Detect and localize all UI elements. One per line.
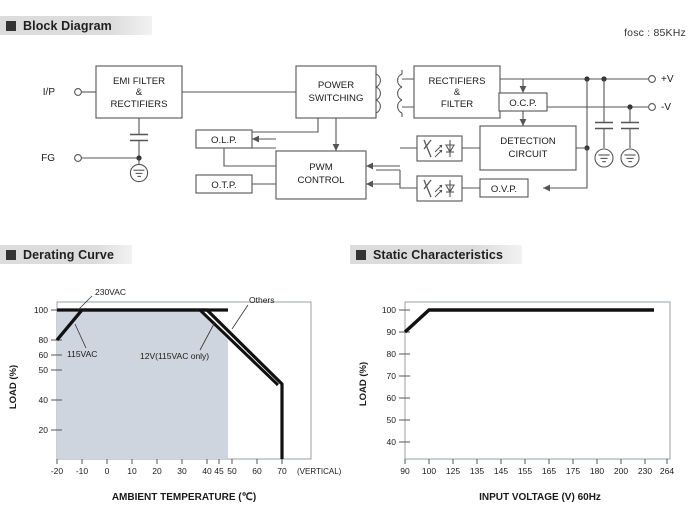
x-axis-title: INPUT VOLTAGE (V) 60Hz [479,492,601,503]
y-axis-title: LOAD (%) [8,365,19,409]
x-tick-label: 125 [446,466,460,476]
block-label: CONTROL [298,175,346,186]
section-header-block-diagram: Block Diagram [0,16,152,35]
x-tick-label: 30 [177,466,187,476]
block-label: & [454,87,461,98]
frame-ground-terminal-node [74,154,82,162]
x-tick-label: 180 [590,466,604,476]
y-tick-label: 60 [387,393,397,403]
terminal-label-positive: +V [661,74,674,85]
plot-area [404,301,671,460]
arrow-head [252,135,259,143]
x-tick-label: 145 [494,466,508,476]
x-tick-label: 175 [566,466,580,476]
bullet-square-icon [6,20,16,31]
derating-region-fill [57,310,228,459]
x-tick-label: 70 [277,466,287,476]
terminal-label-fg: FG [41,153,55,164]
y-tick-label: 20 [39,425,49,435]
x-tick-label: -10 [76,466,89,476]
x-tick-label: 155 [518,466,532,476]
x-tick-label: 0 [105,466,110,476]
y-tick-label: 90 [387,327,397,337]
x-tick-label: 45 [214,466,224,476]
static-characteristics-chart: 100 90 80 70 60 50 40 90 100 125 135 145… [358,301,674,503]
block-detection-circuit [479,125,577,171]
y-axis-title: LOAD (%) [358,362,369,406]
annotation-230vac: 230VAC [95,287,126,297]
annotation-others: Others [249,295,275,305]
y-tick-label: 40 [39,395,49,405]
block-label: EMI FILTER [113,76,165,87]
arrow-head [366,180,373,188]
x-axis-title: AMBIENT TEMPERATURE (℃) [112,492,256,503]
y-tick-label: 80 [39,335,49,345]
annotation-12v: 12V(115VAC only) [140,351,209,361]
bullet-square-icon [6,249,16,260]
x-tick-label: 165 [542,466,556,476]
block-label: SWITCHING [309,93,364,104]
x-tick-label: 60 [252,466,262,476]
y-tick-label: 60 [39,350,49,360]
x-tick-label: -20 [51,466,64,476]
arrow-head [543,184,550,192]
bullet-square-icon [356,249,366,260]
terminal-label-input: I/P [43,87,56,98]
arrow-head [332,144,340,151]
block-label: DETECTION [500,136,556,147]
terminal-label-negative: -V [661,102,671,113]
block-label: O.L.P. [211,135,237,146]
output-negative-terminal-node [648,103,656,111]
x-tick-label: 200 [614,466,628,476]
y-tick-label: 50 [39,365,49,375]
section-title: Block Diagram [23,18,112,33]
y-tick-label: 80 [387,349,397,359]
x-tick-label: 135 [470,466,484,476]
annotation-115vac: 115VAC [67,349,97,359]
x-tick-label: 40 [202,466,212,476]
derating-curve-chart: 100 80 60 50 40 20 -20 -10 0 10 20 30 40… [8,287,342,503]
section-title: Static Characteristics [373,247,504,262]
x-tick-label: 90 [400,466,410,476]
section-title: Derating Curve [23,247,115,262]
input-terminal-node [74,88,82,96]
block-label: O.C.P. [509,98,537,109]
x-tick-label: 10 [127,466,137,476]
x-tick-label: 20 [152,466,162,476]
y-tick-label: 100 [34,305,48,315]
block-label: & [136,87,143,98]
y-tick-label: 40 [387,437,397,447]
block-label: CIRCUIT [509,149,548,160]
x-tick-label: 50 [227,466,237,476]
block-label: PWM [309,162,332,173]
fosc-label: fosc : 85KHz [624,27,686,39]
section-header-derating-curve: Derating Curve [0,245,132,264]
y-tick-label: 70 [387,371,397,381]
block-label: O.T.P. [211,180,236,191]
arrow-head [366,162,373,170]
section-header-static-characteristics: Static Characteristics [350,245,522,264]
x-tick-label: 100 [422,466,436,476]
output-positive-terminal-node [648,75,656,83]
y-tick-label: 50 [387,415,397,425]
block-label: RECTIFIERS [110,99,167,110]
x-tick-label: 264 [660,466,674,476]
x-tick-label: 230 [638,466,652,476]
block-power-switching [295,65,377,119]
block-label: POWER [318,80,354,91]
block-diagram: EMI FILTER & RECTIFIERS POWER SWITCHING … [41,65,674,202]
vertical-note: (VERTICAL) [297,467,342,476]
block-label: O.V.P. [491,184,517,195]
block-label: RECTIFIERS [428,76,485,87]
arrow-head [519,86,527,93]
y-tick-label: 100 [382,305,396,315]
arrow-head [519,119,527,126]
block-label: FILTER [441,99,473,110]
